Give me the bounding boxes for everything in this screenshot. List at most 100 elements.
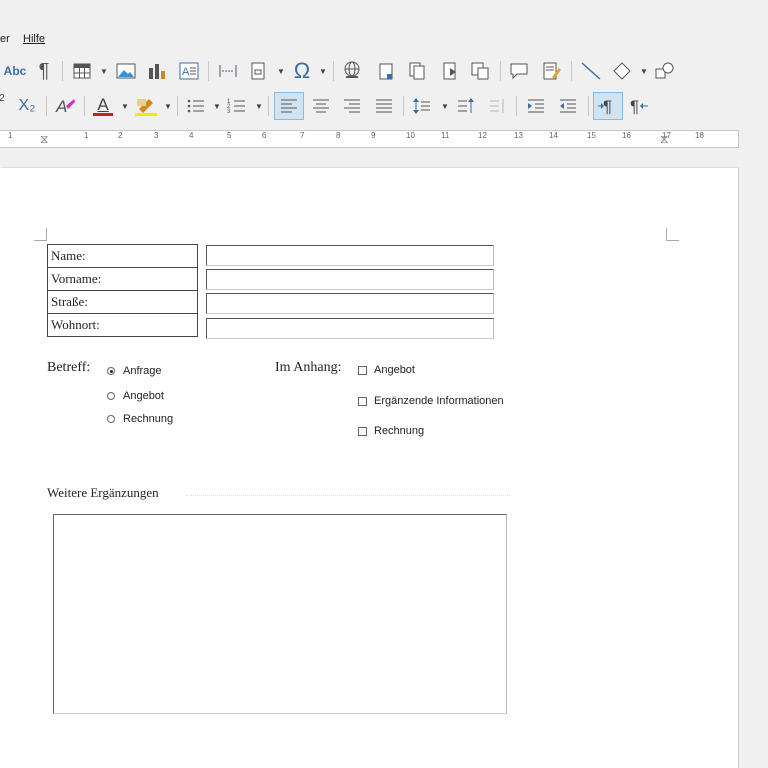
increase-indent-button[interactable] xyxy=(524,93,548,119)
line-spacing-button[interactable] xyxy=(410,93,434,119)
svg-text:¶: ¶ xyxy=(603,97,612,116)
left-to-right-button[interactable]: ¶ xyxy=(593,92,623,120)
separator xyxy=(571,61,572,81)
subject-option-angebot[interactable]: Angebot xyxy=(107,390,164,402)
separator xyxy=(84,96,85,116)
bullet-dropdown-icon[interactable]: ▼ xyxy=(213,102,221,111)
menu-item-partial[interactable]: er xyxy=(0,28,10,50)
align-right-button[interactable] xyxy=(340,93,364,119)
formatting-marks-button[interactable]: ¶ xyxy=(32,58,56,84)
justify-button[interactable] xyxy=(372,93,396,119)
highlighting-button[interactable] xyxy=(133,93,159,119)
remarks-textarea[interactable] xyxy=(53,514,507,714)
table-icon xyxy=(73,63,91,79)
checkbox[interactable] xyxy=(358,365,367,375)
radio-button[interactable] xyxy=(107,367,115,375)
separator xyxy=(177,96,178,116)
decrease-indent-button[interactable] xyxy=(556,93,580,119)
attachment-option-ergaenzende-informationen[interactable]: Ergänzende Informationen xyxy=(358,395,504,407)
ruler-number: 4 xyxy=(189,131,194,140)
insert-hyperlink-button[interactable] xyxy=(340,58,364,84)
checkbox[interactable] xyxy=(358,396,367,406)
field-dropdown-icon[interactable]: ▼ xyxy=(277,67,285,76)
name-field[interactable] xyxy=(206,245,494,266)
ruler-number: 11 xyxy=(441,131,450,140)
endnote-icon xyxy=(409,62,425,80)
align-left-icon xyxy=(281,99,297,113)
basic-shapes-button[interactable] xyxy=(610,58,634,84)
hyperlink-icon xyxy=(344,61,360,78)
insert-page-break-button[interactable] xyxy=(216,58,240,84)
ruler-number: 16 xyxy=(622,131,631,140)
insert-cross-reference-button[interactable] xyxy=(468,58,492,84)
numbering-dropdown-icon[interactable]: ▼ xyxy=(255,102,263,111)
insert-field-button[interactable] xyxy=(246,58,270,84)
left-indent-marker[interactable]: ⧖ xyxy=(40,132,48,147)
omega-icon: Ω xyxy=(293,58,311,83)
textbox-icon: A xyxy=(179,62,199,80)
street-field[interactable] xyxy=(206,293,494,314)
ruler-number: 17 xyxy=(662,131,671,140)
insert-image-button[interactable] xyxy=(114,58,138,84)
insert-line-button[interactable] xyxy=(577,58,605,84)
justify-icon xyxy=(376,99,392,113)
ruler-number: 7 xyxy=(300,131,305,140)
rtl-pilcrow-icon: ¶ xyxy=(630,97,648,116)
radio-button[interactable] xyxy=(107,392,115,400)
track-changes-button[interactable] xyxy=(540,58,564,84)
increase-paragraph-spacing-button[interactable] xyxy=(454,93,478,119)
first-name-field[interactable] xyxy=(206,269,494,290)
comment-icon xyxy=(510,63,528,80)
remarks-label: Weitere Ergänzungen xyxy=(47,485,159,500)
horizontal-ruler[interactable]: 1 ⧖ 1 2 3 4 5 6 7 8 9 10 11 12 13 14 15 … xyxy=(0,130,739,148)
option-label: Angebot xyxy=(374,364,415,376)
insert-chart-button[interactable] xyxy=(145,58,169,84)
subscript-button[interactable]: X₂ xyxy=(13,93,41,119)
decrease-paragraph-spacing-button[interactable] xyxy=(486,93,510,119)
svg-text:3: 3 xyxy=(227,109,231,115)
separator xyxy=(46,96,47,116)
superscript-button[interactable]: 2 xyxy=(0,93,8,119)
street-label: Straße: xyxy=(47,290,198,314)
personal-data-table: Name: Vorname: Straße: Wohnort: xyxy=(47,244,198,337)
insert-comment-button[interactable] xyxy=(507,58,531,84)
attachment-option-rechnung[interactable]: Rechnung xyxy=(358,425,424,437)
menu-bar: er Hilfe xyxy=(0,28,768,50)
table-dropdown-icon[interactable]: ▼ xyxy=(100,67,108,76)
menu-help[interactable]: Hilfe xyxy=(23,28,45,50)
ruler-number: 2 xyxy=(118,131,123,140)
font-color-dropdown-icon[interactable]: ▼ xyxy=(121,102,129,111)
separator xyxy=(500,61,501,81)
city-field[interactable] xyxy=(206,318,494,339)
right-to-left-button[interactable]: ¶ xyxy=(627,93,651,119)
line-spacing-icon xyxy=(413,98,430,114)
special-character-button[interactable]: Ω xyxy=(289,58,315,84)
unordered-list-button[interactable] xyxy=(184,93,208,119)
subject-option-rechnung[interactable]: Rechnung xyxy=(107,413,173,425)
line-spacing-dropdown-icon[interactable]: ▼ xyxy=(441,102,449,111)
subject-option-anfrage[interactable]: Anfrage xyxy=(107,365,162,377)
ltr-pilcrow-icon: ¶ xyxy=(598,97,612,116)
checkbox[interactable] xyxy=(358,426,367,436)
insert-textbox-button[interactable]: A xyxy=(177,58,201,84)
special-char-dropdown-icon[interactable]: ▼ xyxy=(319,67,327,76)
insert-bookmark-button[interactable] xyxy=(438,58,462,84)
radio-button[interactable] xyxy=(107,415,115,423)
insert-footnote-button[interactable] xyxy=(374,58,398,84)
highlight-color-bar xyxy=(135,112,157,116)
insert-table-button[interactable] xyxy=(70,58,94,84)
separator xyxy=(516,96,517,116)
insert-endnote-button[interactable] xyxy=(405,58,429,84)
spelling-button[interactable]: Abc xyxy=(1,58,29,84)
highlight-dropdown-icon[interactable]: ▼ xyxy=(164,102,172,111)
shapes-dropdown-icon[interactable]: ▼ xyxy=(640,67,648,76)
ruler-number: 13 xyxy=(514,131,523,140)
align-center-button[interactable] xyxy=(309,93,333,119)
ordered-list-button[interactable]: 123 xyxy=(225,93,249,119)
document-page[interactable]: Name: Vorname: Straße: Wohnort: Betreff:… xyxy=(0,168,738,768)
align-left-button[interactable] xyxy=(274,92,304,120)
draw-functions-button[interactable] xyxy=(652,58,678,84)
attachment-option-angebot[interactable]: Angebot xyxy=(358,364,415,376)
font-color-button[interactable]: A xyxy=(90,93,116,119)
clear-formatting-button[interactable]: A xyxy=(52,93,78,119)
